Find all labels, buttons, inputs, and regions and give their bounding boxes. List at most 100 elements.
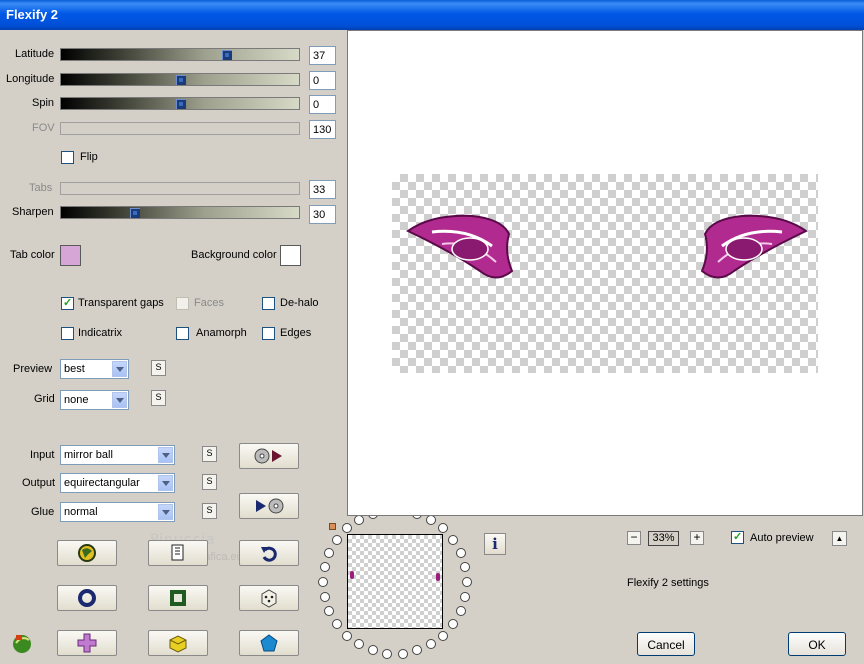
grid-select[interactable]: none: [60, 390, 129, 410]
de-halo-label: De-halo: [280, 297, 319, 309]
edges-checkbox[interactable]: [262, 327, 275, 340]
navigator-ring-dot[interactable]: [448, 534, 459, 545]
document-button[interactable]: [148, 540, 208, 566]
spin-thumb[interactable]: [176, 99, 186, 109]
zoom-out-button[interactable]: −: [627, 531, 641, 545]
sharpen-thumb[interactable]: [130, 208, 140, 218]
navigator-handle[interactable]: [329, 523, 336, 530]
longitude-label: Longitude: [6, 73, 55, 85]
thumbnail-mark-left: [350, 571, 354, 579]
navigator-ring-dot[interactable]: [318, 577, 328, 587]
longitude-input[interactable]: 0: [309, 71, 336, 90]
navigator-ring-dot[interactable]: [354, 514, 364, 525]
transparent-gaps-checkbox[interactable]: [61, 296, 74, 310]
settings-text: Flexify 2 settings: [627, 577, 709, 589]
fov-input[interactable]: 130: [309, 120, 336, 139]
thumbnail-mark-right: [436, 573, 440, 581]
navigator-ring-dot[interactable]: [397, 648, 408, 659]
zoom-in-button[interactable]: +: [690, 531, 704, 545]
latitude-slider[interactable]: [60, 48, 300, 61]
play-disc-button[interactable]: [239, 493, 299, 519]
cross-button[interactable]: [57, 630, 117, 656]
navigator-ring-dot[interactable]: [462, 577, 472, 587]
glue-label: Glue: [31, 506, 55, 518]
square-icon: [170, 590, 186, 606]
sharpen-label: Sharpen: [12, 206, 54, 218]
output-label: Output: [22, 477, 56, 489]
ring-button[interactable]: [57, 585, 117, 611]
output-s-button[interactable]: S: [202, 474, 217, 490]
disc-play-button[interactable]: [239, 443, 299, 469]
navigator-ring-dot[interactable]: [438, 630, 449, 641]
tab-color-swatch[interactable]: [60, 245, 81, 266]
cancel-button[interactable]: Cancel: [637, 632, 695, 656]
preview-s-button[interactable]: S: [151, 360, 166, 376]
navigator-ring-dot[interactable]: [455, 606, 466, 617]
globe-button[interactable]: [57, 540, 117, 566]
input-select[interactable]: mirror ball: [60, 445, 175, 465]
undo-icon: [261, 546, 277, 562]
chevron-down-icon[interactable]: [158, 447, 173, 463]
fov-slider: [60, 122, 300, 135]
de-halo-checkbox[interactable]: [262, 297, 275, 310]
globe-icon: [78, 544, 96, 562]
background-color-swatch[interactable]: [280, 245, 301, 266]
chevron-down-icon[interactable]: [158, 475, 173, 491]
ok-button[interactable]: OK: [788, 632, 846, 656]
tabs-label: Tabs: [29, 182, 53, 194]
sharpen-slider[interactable]: [60, 206, 300, 219]
preview-select[interactable]: best: [60, 359, 129, 379]
glue-s-button[interactable]: S: [202, 503, 217, 519]
navigator-ring-dot[interactable]: [455, 547, 466, 558]
latitude-input[interactable]: 37: [309, 46, 336, 65]
info-icon[interactable]: i: [484, 533, 506, 555]
navigator-ring-dot[interactable]: [341, 630, 352, 641]
navigator-ring-dot[interactable]: [324, 547, 335, 558]
title-bar: Flexify 2: [0, 0, 864, 30]
longitude-thumb[interactable]: [176, 75, 186, 85]
cube-icon: [169, 635, 187, 653]
input-s-button[interactable]: S: [202, 446, 217, 462]
dice-button[interactable]: [239, 585, 299, 611]
spin-input[interactable]: 0: [309, 95, 336, 114]
chevron-down-icon[interactable]: [112, 392, 127, 408]
spin-slider[interactable]: [60, 97, 300, 110]
glue-select-value: normal: [64, 506, 98, 518]
fov-label: FOV: [32, 122, 55, 134]
latitude-label: Latitude: [15, 48, 55, 60]
anamorph-checkbox[interactable]: [176, 327, 189, 340]
square-button[interactable]: [148, 585, 208, 611]
tabs-input[interactable]: 33: [309, 180, 336, 199]
navigator-thumbnail[interactable]: [347, 534, 443, 629]
chevron-down-icon[interactable]: [158, 504, 173, 520]
undo-button[interactable]: [239, 540, 299, 566]
pentagon-icon: [260, 634, 278, 652]
longitude-slider[interactable]: [60, 73, 300, 86]
flip-checkbox[interactable]: [61, 151, 74, 164]
pentagon-button[interactable]: [239, 630, 299, 656]
window-title: Flexify 2: [6, 7, 59, 22]
faces-checkbox: [176, 297, 189, 310]
navigator-ring-dot[interactable]: [319, 591, 330, 602]
main-preview[interactable]: [347, 30, 863, 516]
auto-preview-checkbox[interactable]: [731, 530, 744, 544]
preview-canvas[interactable]: [392, 174, 818, 373]
grid-s-button[interactable]: S: [151, 390, 166, 406]
indicatrix-label: Indicatrix: [78, 327, 123, 339]
sharpen-input[interactable]: 30: [309, 205, 336, 224]
glue-select[interactable]: normal: [60, 502, 175, 522]
background-color-label: Background color: [191, 249, 277, 261]
indicatrix-checkbox[interactable]: [61, 327, 74, 340]
navigator-ring-dot[interactable]: [331, 534, 342, 545]
chevron-down-icon[interactable]: [112, 361, 127, 377]
faces-label: Faces: [194, 297, 224, 309]
cube-button[interactable]: [148, 630, 208, 656]
auto-preview-label: Auto preview: [750, 532, 814, 544]
collapse-button[interactable]: ▲: [832, 531, 847, 546]
spin-label: Spin: [32, 97, 55, 109]
navigator-ring-dot[interactable]: [319, 562, 330, 573]
output-select[interactable]: equirectangular: [60, 473, 175, 493]
latitude-thumb[interactable]: [222, 50, 232, 60]
preview-label: Preview: [13, 363, 53, 375]
navigator-ring-dot[interactable]: [426, 514, 436, 525]
